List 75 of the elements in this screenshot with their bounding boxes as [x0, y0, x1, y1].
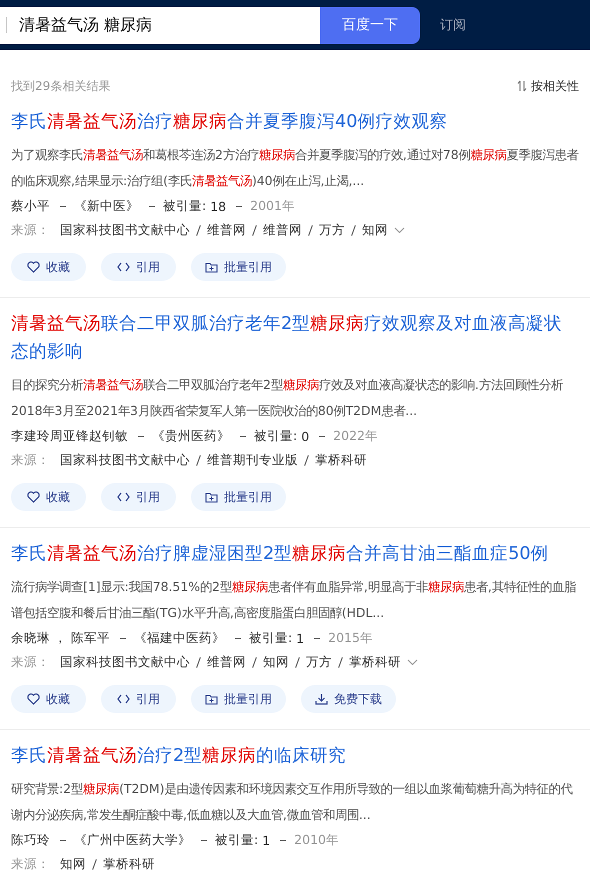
result-title[interactable]: 李氏清暑益气汤治疗2型糖尿病的临床研究	[11, 742, 579, 770]
batch-button[interactable]: 批量引用	[191, 685, 286, 713]
journal-name[interactable]: 《贵州医药》	[152, 428, 230, 444]
result-abstract: 为了观察李氏清暑益气汤和葛根芩连汤2方治疗糖尿病合并夏季腹泻的疗效,通过对78例糖尿病夏季腹泻患者的临床观察,结果显示:治疗组(李氏清暑益气汤)40例在止泻,止渴,...	[11, 146, 580, 190]
source-link[interactable]: 万方	[319, 222, 345, 238]
result-title[interactable]: 清暑益气汤联合二甲双胍治疗老年2型糖尿病疗效观察及对血液高凝状态的影响	[11, 310, 579, 366]
folder-plus-icon	[205, 492, 218, 502]
result-title[interactable]: 李氏清暑益气汤治疗糖尿病合并夏季腹泻40例疗效观察	[11, 108, 579, 136]
citation-label: 被引量:	[163, 198, 206, 214]
cite-button[interactable]: 引用	[101, 253, 176, 281]
cite-button[interactable]: 引用	[101, 685, 176, 713]
source-link[interactable]: 维普网	[263, 222, 302, 238]
subscribe-link[interactable]: 订阅	[440, 16, 466, 34]
sort-icon	[517, 80, 527, 92]
chevron-down-icon[interactable]	[394, 226, 405, 234]
source-label: 来源：	[11, 452, 50, 468]
source-link[interactable]: 国家科技图书文献中心	[60, 222, 190, 238]
result-title[interactable]: 李氏清暑益气汤治疗脾虚湿困型2型糖尿病合并高甘油三酯血症50例	[11, 540, 579, 568]
source-link[interactable]: 国家科技图书文献中心	[60, 654, 190, 670]
author-name[interactable]: 余晓琳 ， 陈军平	[11, 630, 110, 646]
citation-count: 18	[210, 198, 226, 214]
author-name[interactable]: 陈巧玲	[11, 832, 50, 848]
favorite-button[interactable]: 收藏	[11, 253, 86, 281]
sort-button[interactable]: 按相关性	[517, 78, 579, 94]
journal-name[interactable]: 《福建中医药》	[134, 630, 225, 646]
source-link[interactable]: 掌桥科研	[103, 856, 155, 870]
source-label: 来源：	[11, 222, 50, 238]
heart-icon	[27, 491, 40, 503]
download-icon	[315, 693, 328, 705]
download-button[interactable]: 免费下载	[301, 685, 396, 713]
result-abstract: 研究背景:2型糖尿病(T2DM)是由遗传因素和环境因素交互作用所导致的一组以血浆葡萄糖升高为特征的代谢内分泌疾病,常发生酮症酸中毒,低血糖以及大血管,微血管和周围...	[11, 780, 574, 824]
citation-count: 1	[296, 630, 304, 646]
publication-year: 2022年	[333, 428, 378, 444]
author-name[interactable]: 李建玲周亚锋赵钊敏	[11, 428, 128, 444]
code-icon	[117, 694, 130, 704]
author-name[interactable]: 蔡小平	[11, 198, 50, 214]
source-link[interactable]: 维普期刊专业版	[207, 452, 298, 468]
journal-name[interactable]: 《新中医》	[74, 198, 139, 214]
source-link[interactable]: 维普网	[207, 654, 246, 670]
batch-button[interactable]: 批量引用	[191, 483, 286, 511]
journal-name[interactable]: 《广州中医药大学》	[74, 832, 191, 848]
result-abstract: 目的探究分析清暑益气汤联合二甲双胍治疗老年2型糖尿病疗效及对血液高凝状态的影响.方法回顾性分析2018年3月至2021年3月陕西省荣复军人第一医院收治的80例T2DM患者...	[11, 376, 564, 420]
code-icon	[117, 262, 130, 272]
citation-label: 被引量:	[215, 832, 258, 848]
citation-count: 1	[262, 832, 270, 848]
folder-plus-icon	[205, 694, 218, 704]
heart-icon	[27, 261, 40, 273]
citation-label: 被引量:	[248, 630, 292, 646]
chevron-down-icon[interactable]	[407, 658, 418, 666]
cite-button[interactable]: 引用	[101, 483, 176, 511]
source-link[interactable]: 维普网	[207, 222, 246, 238]
favorite-button[interactable]: 收藏	[11, 483, 86, 511]
source-link[interactable]: 知网	[60, 856, 86, 870]
source-link[interactable]: 国家科技图书文献中心	[60, 452, 190, 468]
citation-label: 被引量:	[254, 428, 298, 444]
publication-year: 2015年	[328, 630, 373, 646]
source-label: 来源：	[11, 654, 50, 670]
publication-year: 2001年	[250, 198, 295, 214]
heart-icon	[27, 693, 40, 705]
favorite-button[interactable]: 收藏	[11, 685, 86, 713]
citation-count: 0	[301, 428, 310, 444]
result-count: 找到29条相关结果	[11, 78, 110, 94]
search-button[interactable]: 百度一下	[320, 6, 420, 44]
source-link[interactable]: 掌桥科研	[349, 654, 401, 670]
source-link[interactable]: 万方	[306, 654, 332, 670]
search-field[interactable]: 清暑益气汤 糖尿病	[0, 6, 320, 44]
publication-year: 2010年	[294, 832, 339, 848]
batch-button[interactable]: 批量引用	[191, 253, 286, 281]
code-icon	[117, 492, 130, 502]
source-link[interactable]: 知网	[362, 222, 388, 238]
result-abstract: 流行病学调查[1]显示:我国78.51%的2型糖尿病患者伴有血脂异常,明显高于非糖尿病患者,其特征性的血脂谱包括空腹和餐后甘油三酯(TG)水平升高,高密度脂蛋白胆固醇(HDL...	[11, 578, 577, 622]
source-label: 来源：	[11, 856, 50, 870]
source-link[interactable]: 掌桥科研	[315, 452, 367, 468]
folder-plus-icon	[205, 262, 218, 272]
source-link[interactable]: 知网	[263, 654, 289, 670]
